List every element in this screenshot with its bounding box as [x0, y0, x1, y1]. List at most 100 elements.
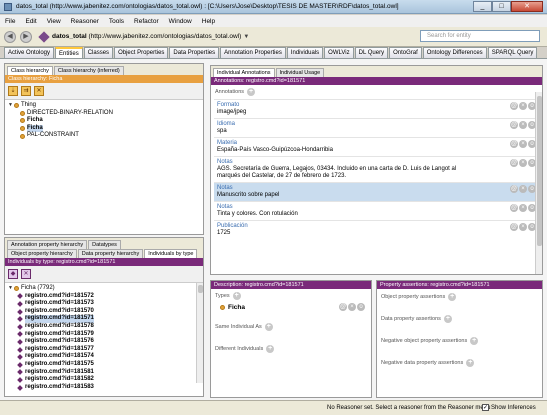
tab-individuals[interactable]: Individuals — [286, 47, 324, 58]
individuals-scrollbar[interactable] — [196, 283, 203, 383]
annotation-row[interactable]: Publicación 1725 @ × o — [214, 220, 539, 239]
tab-class-hierarchy[interactable]: Class hierarchy — [7, 66, 53, 75]
search-input[interactable]: Search for entity — [420, 30, 540, 42]
menu-help[interactable]: Help — [202, 18, 215, 25]
menu-edit[interactable]: Edit — [25, 18, 36, 25]
forward-button[interactable]: ▶ — [20, 30, 32, 43]
tab-data-properties[interactable]: Data Properties — [169, 47, 220, 58]
individual-item[interactable]: registro.cmd?id=181573 — [8, 300, 203, 308]
add-sibling-class-icon[interactable]: ⇉ — [21, 86, 31, 96]
annotation-row[interactable]: Idioma spa @ × o — [214, 118, 539, 137]
annotation-row[interactable]: Notas Tinta y colores. Con rotulación @ × o — [214, 201, 539, 220]
individual-item[interactable]: registro.cmd?id=181574 — [8, 353, 203, 361]
annotation-property[interactable]: Notas — [217, 185, 539, 191]
delete-individual-icon[interactable]: ✕ — [21, 269, 31, 279]
info-icon[interactable]: @ — [510, 185, 518, 193]
back-button[interactable]: ◀ — [4, 30, 16, 43]
show-inferences-checkbox[interactable]: ✓ — [482, 404, 489, 411]
active-ontology-selector[interactable]: datos_total (http://www.jabenitez.com/on… — [52, 33, 241, 40]
tab-annotation-properties[interactable]: Annotation Properties — [220, 47, 286, 58]
delete-icon[interactable]: × — [519, 223, 527, 231]
tab-classes[interactable]: Classes — [83, 47, 114, 58]
class-tree-item[interactable]: Ficha — [8, 117, 203, 125]
individual-item[interactable]: registro.cmd?id=181583 — [8, 384, 203, 392]
tab-sparql-query[interactable]: SPARQL Query — [487, 47, 538, 58]
individuals-root[interactable]: ▼ Ficha (7792) — [8, 285, 203, 293]
individual-item[interactable]: registro.cmd?id=181572 — [8, 293, 203, 301]
add-annotation-button[interactable]: + — [247, 88, 256, 96]
individual-item[interactable]: registro.cmd?id=181582 — [8, 376, 203, 384]
tab-dl-query[interactable]: DL Query — [354, 47, 389, 58]
tab-ontograf[interactable]: OntoGraf — [389, 47, 422, 58]
individual-item[interactable]: registro.cmd?id=181576 — [8, 338, 203, 346]
menu-view[interactable]: View — [47, 18, 61, 25]
type-row[interactable]: Ficha @ × o — [214, 303, 368, 312]
tab-annotation-property-hierarchy[interactable]: Annotation property hierarchy — [7, 240, 88, 249]
delete-icon[interactable]: × — [519, 185, 527, 193]
annotation-row[interactable]: Materia España-País Vasco-Guipúzcoa-Honda… — [214, 137, 539, 156]
delete-icon[interactable]: × — [519, 140, 527, 148]
maximize-button[interactable]: □ — [492, 1, 511, 12]
delete-icon[interactable]: × — [519, 121, 527, 129]
info-icon[interactable]: @ — [339, 303, 347, 311]
individual-item[interactable]: registro.cmd?id=181578 — [8, 323, 203, 331]
tab-active-ontology[interactable]: Active Ontology — [4, 47, 55, 58]
add-negative-object-property-assertion-button[interactable]: + — [470, 337, 479, 345]
annotation-row[interactable]: Notas Manuscrito sobre papel @ × o — [214, 182, 539, 201]
add-different-individual-button[interactable]: + — [266, 345, 275, 353]
add-object-property-assertion-button[interactable]: + — [448, 293, 457, 301]
delete-class-icon[interactable]: ✕ — [34, 86, 44, 96]
class-tree-item-selected[interactable]: Ficha — [8, 124, 203, 133]
delete-icon[interactable]: × — [519, 204, 527, 212]
annotation-property[interactable]: Publicación — [217, 223, 539, 229]
info-icon[interactable]: @ — [510, 102, 518, 110]
tab-entities[interactable]: Entities — [55, 47, 83, 58]
menu-window[interactable]: Window — [169, 18, 192, 25]
class-tree-item-thing[interactable]: ▼ Thing — [8, 102, 203, 110]
annotation-property[interactable]: Materia — [217, 140, 539, 146]
tab-owlviz[interactable]: OWLViz — [324, 47, 354, 58]
annotation-row[interactable]: Notas AGS. Secretaría de Guerra, Legajos,… — [214, 156, 539, 182]
add-negative-data-property-assertion-button[interactable]: + — [466, 359, 475, 367]
delete-icon[interactable]: × — [348, 303, 356, 311]
tab-individual-annotations[interactable]: Individual Annotations — [213, 68, 275, 77]
tab-object-properties[interactable]: Object Properties — [114, 47, 169, 58]
delete-icon[interactable]: × — [519, 159, 527, 167]
individual-item[interactable]: registro.cmd?id=181579 — [8, 331, 203, 339]
tab-data-property-hierarchy[interactable]: Data property hierarchy — [77, 249, 144, 258]
info-icon[interactable]: @ — [510, 159, 518, 167]
annotation-property[interactable]: Notas — [217, 204, 539, 210]
individual-item[interactable]: registro.cmd?id=181577 — [8, 346, 203, 354]
annotation-property[interactable]: Idioma — [217, 121, 539, 127]
tab-individual-usage[interactable]: Individual Usage — [275, 68, 325, 77]
annotation-row[interactable]: Formato image/jpeg @ × o — [214, 99, 539, 118]
menu-refactor[interactable]: Refactor — [134, 18, 159, 25]
menu-reasoner[interactable]: Reasoner — [71, 18, 99, 25]
tab-datatypes[interactable]: Datatypes — [88, 240, 121, 249]
info-icon[interactable]: @ — [510, 140, 518, 148]
individual-item[interactable]: registro.cmd?id=181570 — [8, 308, 203, 316]
show-inferences-toggle[interactable]: ✓ Show Inferences — [482, 404, 536, 411]
add-type-button[interactable]: + — [232, 292, 241, 300]
edit-icon[interactable]: o — [357, 303, 365, 311]
tab-object-property-hierarchy[interactable]: Object property hierarchy — [7, 249, 77, 258]
tab-class-hierarchy-inferred[interactable]: Class hierarchy (inferred) — [53, 66, 124, 75]
close-button[interactable]: ✕ — [511, 1, 543, 12]
add-individual-icon[interactable]: ◆ — [8, 269, 18, 279]
minimize-button[interactable]: _ — [473, 1, 492, 12]
tab-ontology-differences[interactable]: Ontology Differences — [422, 47, 487, 58]
annotation-property[interactable]: Formato — [217, 102, 539, 108]
info-icon[interactable]: @ — [510, 204, 518, 212]
info-icon[interactable]: @ — [510, 223, 518, 231]
chevron-down-icon[interactable]: ▼ — [243, 34, 249, 40]
individual-item[interactable]: registro.cmd?id=181571 — [8, 315, 203, 323]
annotations-scrollbar[interactable] — [535, 92, 542, 274]
class-tree-item[interactable]: DIRECTED-BINARY-RELATION — [8, 110, 203, 118]
tab-individuals-by-type[interactable]: Individuals by type — [144, 249, 198, 258]
menu-file[interactable]: File — [5, 18, 15, 25]
scrollbar-thumb[interactable] — [537, 96, 542, 246]
add-same-individual-button[interactable]: + — [264, 323, 273, 331]
delete-icon[interactable]: × — [519, 102, 527, 110]
class-tree-item[interactable]: PAL-CONSTRAINT — [8, 132, 203, 140]
scrollbar-thumb[interactable] — [198, 285, 203, 293]
